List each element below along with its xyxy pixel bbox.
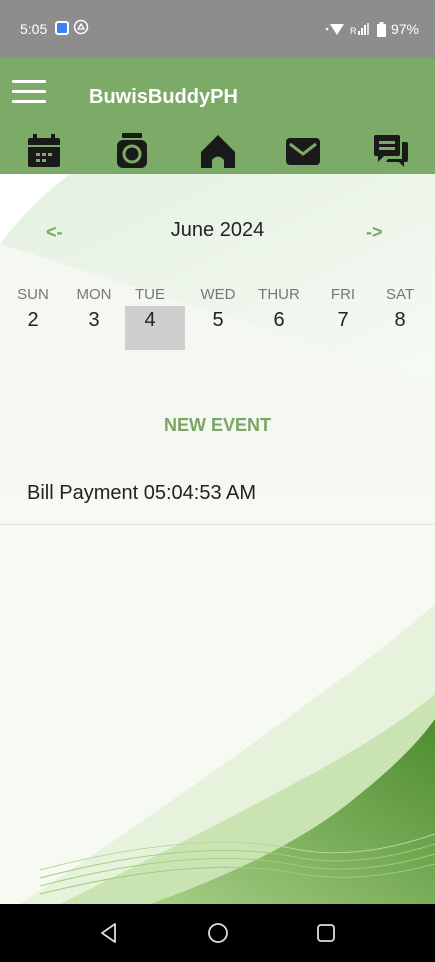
status-time: 5:05 [20, 21, 48, 37]
camera-icon[interactable] [113, 132, 151, 170]
day-cell-sat[interactable]: SAT 8 [372, 284, 428, 350]
day-number: 6 [273, 309, 285, 331]
day-name: SUN [17, 286, 49, 303]
home-circle-icon[interactable] [206, 921, 230, 945]
drive-icon [73, 19, 89, 35]
chat-icon[interactable] [372, 132, 410, 170]
mail-icon[interactable] [284, 132, 322, 170]
wifi-icon [325, 24, 344, 35]
day-number: 5 [212, 309, 224, 331]
home-icon[interactable] [199, 132, 237, 170]
calendar-screen: <- June 2024 -> SUN 2 MON 3 TUE 4 WED 5 … [0, 174, 435, 904]
day-name: THUR [258, 286, 300, 303]
day-number: 8 [394, 309, 406, 331]
event-text: Bill Payment 05:04:53 AM [27, 482, 257, 504]
battery-percent: 97% [390, 21, 419, 37]
day-name: WED [200, 286, 236, 303]
calendar-icon[interactable] [25, 132, 63, 170]
day-number: 2 [27, 309, 39, 331]
status-bar: 5:05 R 97% [0, 0, 435, 58]
day-cell-tue-selected[interactable]: TUE 4 [122, 284, 185, 350]
day-number: 4 [144, 309, 156, 331]
event-list-item[interactable]: Bill Payment 05:04:53 AM [0, 456, 435, 525]
week-row: SUN 2 MON 3 TUE 4 WED 5 THUR 6 FRI 7 SAT… [0, 284, 435, 350]
day-cell-thur[interactable]: THUR 6 [251, 284, 307, 350]
day-name: MON [76, 286, 112, 303]
hamburger-menu-icon[interactable] [12, 80, 46, 104]
day-cell-fri[interactable]: FRI 7 [315, 284, 371, 350]
day-number: 7 [337, 309, 349, 331]
battery-icon [376, 21, 386, 37]
day-cell-sun[interactable]: SUN 2 [5, 284, 61, 350]
day-name: FRI [330, 286, 356, 303]
next-month-button[interactable]: -> [366, 222, 383, 243]
signal-icon: R [350, 23, 369, 36]
day-name: SAT [385, 286, 415, 303]
day-cell-wed[interactable]: WED 5 [190, 284, 246, 350]
system-nav-bar [0, 904, 435, 962]
day-cell-mon[interactable]: MON 3 [66, 284, 122, 350]
phone-screen: 5:05 R 97% BuwisBuddyPH <- June 2024 -> … [0, 0, 435, 962]
day-number: 3 [88, 309, 100, 331]
app-notification-icon [55, 21, 69, 35]
status-right-group: R 97% [325, 21, 419, 37]
app-bar: BuwisBuddyPH [0, 58, 435, 174]
back-icon[interactable] [97, 921, 121, 945]
svg-text:R: R [350, 26, 357, 36]
recents-icon[interactable] [314, 921, 338, 945]
day-name: TUE [135, 286, 165, 303]
new-event-button[interactable]: NEW EVENT [0, 415, 435, 436]
app-title: BuwisBuddyPH [89, 86, 238, 108]
